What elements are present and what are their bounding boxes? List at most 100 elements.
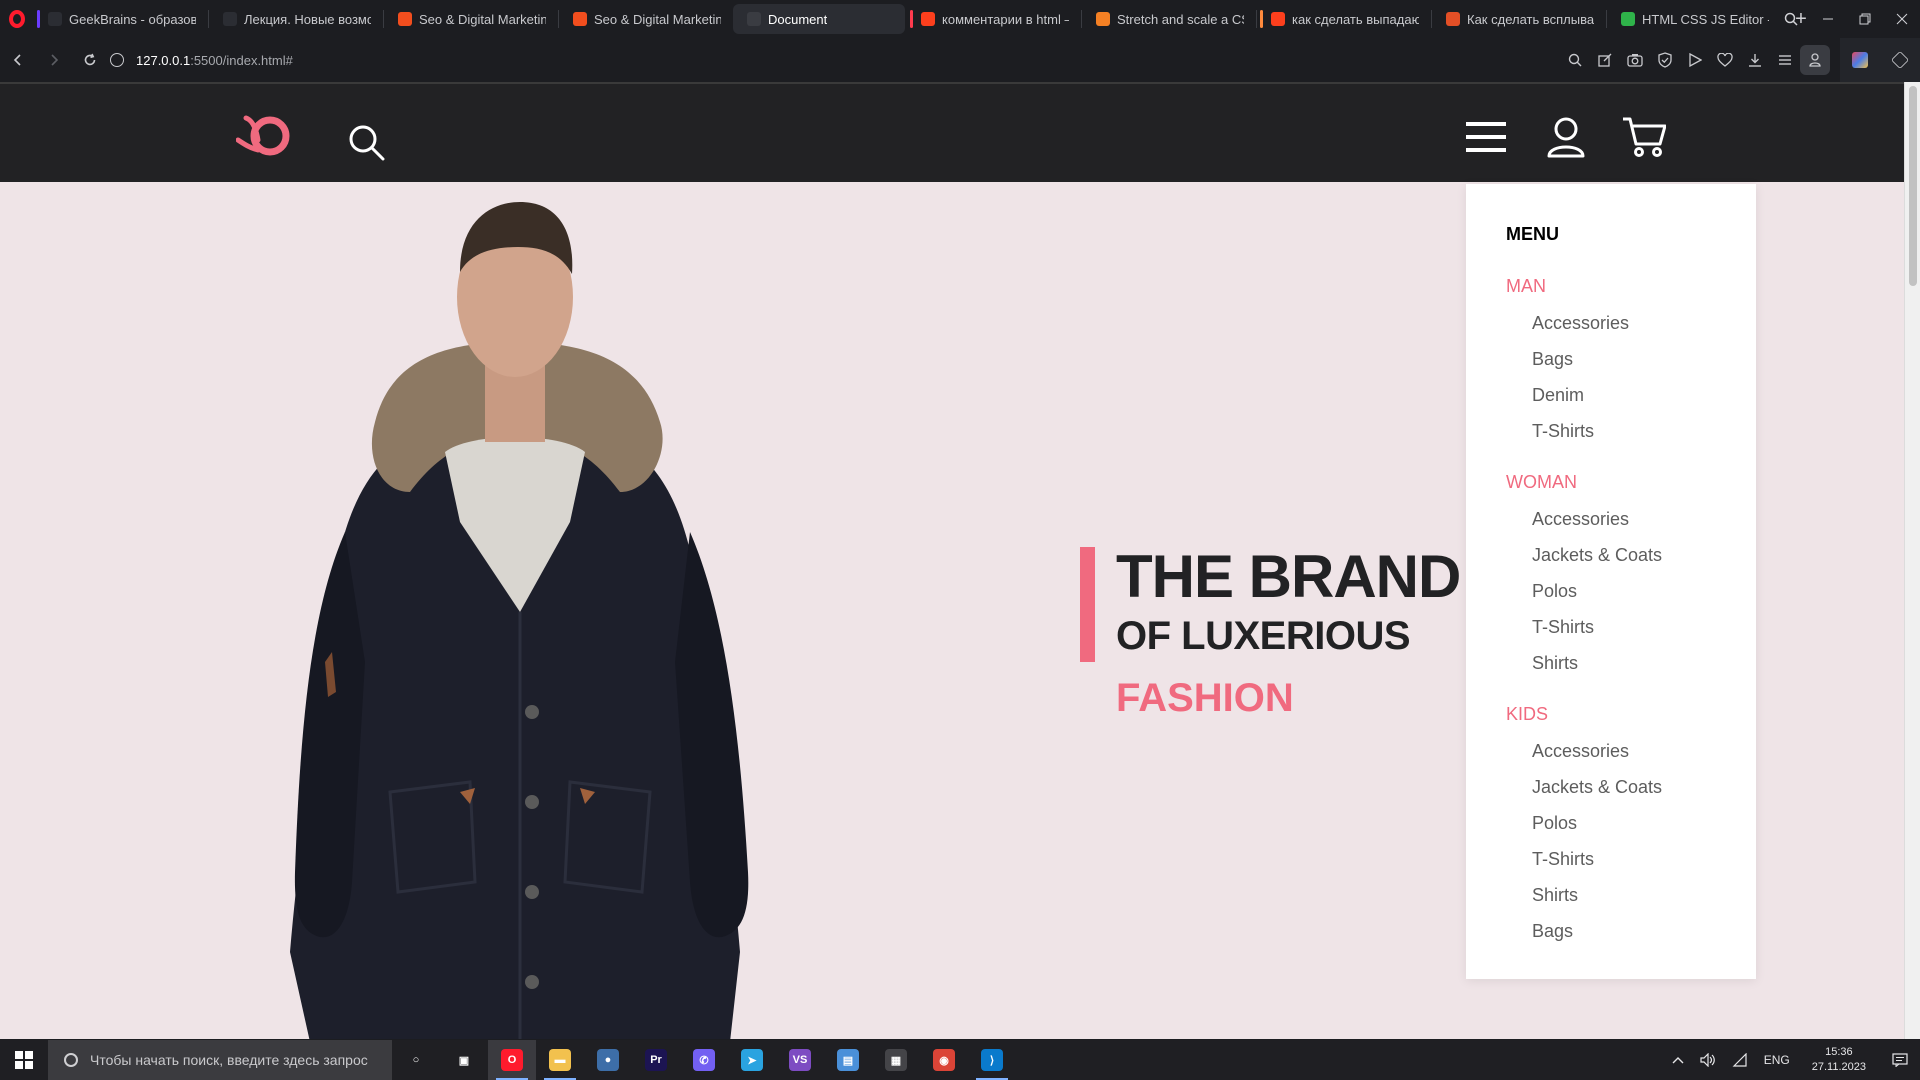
opera-menu-icon[interactable]: [0, 0, 34, 38]
menu-item[interactable]: Bags: [1532, 349, 1573, 370]
taskbar-app[interactable]: ▦: [872, 1040, 920, 1080]
taskbar-app[interactable]: ▬: [536, 1040, 584, 1080]
menu-title: MENU: [1506, 224, 1559, 244]
taskbar-app[interactable]: ◉: [920, 1040, 968, 1080]
tab-list: GeekBrains - образовательный Лекция. Новы…: [34, 0, 1781, 38]
menu-item[interactable]: T-Shirts: [1532, 849, 1594, 870]
taskbar-app[interactable]: O: [488, 1040, 536, 1080]
headline-line-3: FASHION: [1116, 676, 1294, 720]
forward-button[interactable]: [36, 38, 72, 82]
search-icon[interactable]: [346, 122, 386, 162]
tab-search-icon[interactable]: [1772, 0, 1809, 38]
url-field[interactable]: 127.0.0.1 :5500/index.html#: [110, 48, 293, 72]
shield-icon[interactable]: [1650, 45, 1680, 75]
profile-icon[interactable]: [1800, 45, 1830, 75]
user-account-icon[interactable]: [1546, 116, 1586, 158]
window-controls: [1772, 0, 1920, 38]
menu-item[interactable]: Denim: [1532, 385, 1584, 406]
cart-icon[interactable]: [1622, 116, 1666, 158]
wifi-icon[interactable]: [1724, 1040, 1756, 1080]
taskbar-search-box[interactable]: Чтобы начать поиск, введите здесь запрос: [48, 1040, 392, 1080]
cube-icon[interactable]: [1890, 50, 1910, 70]
menu-item[interactable]: Bags: [1532, 921, 1573, 942]
site-info-icon[interactable]: [110, 53, 124, 67]
browser-tab[interactable]: Document: [733, 4, 905, 34]
page-scrollbar[interactable]: [1904, 82, 1920, 1039]
taskbar-app[interactable]: ▤: [824, 1040, 872, 1080]
reload-button[interactable]: [72, 38, 108, 82]
menu-item[interactable]: Shirts: [1532, 885, 1578, 906]
menu-item[interactable]: Polos: [1532, 813, 1577, 834]
browser-tab[interactable]: Лекция. Новые возможности: [209, 4, 381, 34]
menu-item[interactable]: Polos: [1532, 581, 1577, 602]
edit-icon[interactable]: [1590, 45, 1620, 75]
headline-line-1: THE BRAND: [1116, 543, 1461, 610]
tab-title: Seo & Digital Marketing: [594, 11, 721, 27]
clock-time: 15:36: [1825, 1046, 1853, 1058]
brand-logo-icon[interactable]: [236, 110, 296, 160]
browser-tab[interactable]: HTML CSS JS Editor - xtml: [1607, 4, 1779, 34]
menu-item[interactable]: T-Shirts: [1532, 421, 1594, 442]
taskbar-app[interactable]: ⟩: [968, 1040, 1016, 1080]
taskbar-app[interactable]: Pr: [632, 1040, 680, 1080]
installer-icon: ▤: [837, 1049, 859, 1071]
taskbar-app[interactable]: ✆: [680, 1040, 728, 1080]
menu-item[interactable]: Shirts: [1532, 653, 1578, 674]
scrollbar-thumb[interactable]: [1909, 86, 1917, 286]
volume-icon[interactable]: [1692, 1040, 1724, 1080]
taskbar-app[interactable]: ●: [584, 1040, 632, 1080]
geekbrains-icon: [48, 12, 62, 26]
file-explorer-icon: ▬: [549, 1049, 571, 1071]
menu-item[interactable]: Accessories: [1532, 509, 1629, 530]
close-window-button[interactable]: [1883, 0, 1920, 38]
start-button[interactable]: [0, 1040, 48, 1080]
globe-icon: [747, 12, 761, 26]
task-view-icon: ▣: [458, 1054, 470, 1067]
restore-button[interactable]: [1846, 0, 1883, 38]
browser-tab[interactable]: Seo & Digital Marketing: [384, 4, 556, 34]
browser-tab[interactable]: Seo & Digital Marketing: [559, 4, 731, 34]
extension-icon[interactable]: [1852, 52, 1868, 68]
browser-tab[interactable]: комментарии в html —: [907, 4, 1079, 34]
menu-category-man[interactable]: MAN: [1506, 276, 1546, 297]
tab-title: как сделать выпадающее: [1292, 11, 1419, 27]
minimize-button[interactable]: [1809, 0, 1846, 38]
camera-icon[interactable]: [1620, 45, 1650, 75]
tab-title: Stretch and scale a CSS image: [1117, 11, 1244, 27]
viber-icon: ✆: [693, 1049, 715, 1071]
taskbar-app[interactable]: ○: [392, 1040, 440, 1080]
url-path: :5500/index.html#: [190, 52, 293, 68]
language-indicator[interactable]: ENG: [1756, 1040, 1798, 1080]
tray-overflow-icon[interactable]: [1664, 1040, 1692, 1080]
burger-menu-icon[interactable]: [1464, 120, 1508, 154]
download-icon[interactable]: [1740, 45, 1770, 75]
menu-item[interactable]: Accessories: [1532, 313, 1629, 334]
browser-tab[interactable]: Stretch and scale a CSS image: [1082, 4, 1254, 34]
taskbar-app[interactable]: ▣: [440, 1040, 488, 1080]
taskbar-apps: ○ ▣ O ▬ ● Pr ✆ ➤ VS ▤ ▦ ◉ ⟩: [392, 1040, 1016, 1080]
extensions-area: [1840, 38, 1920, 82]
player-icon[interactable]: [1680, 45, 1710, 75]
menu-item[interactable]: Accessories: [1532, 741, 1629, 762]
html5-icon: [1446, 12, 1460, 26]
clock[interactable]: 15:36 27.11.2023: [1798, 1045, 1880, 1075]
menu-category-woman[interactable]: WOMAN: [1506, 472, 1577, 493]
browser-tab[interactable]: GeekBrains - образовательный: [34, 4, 206, 34]
browser-tab[interactable]: Как сделать всплывающее: [1432, 4, 1604, 34]
taskbar-app[interactable]: VS: [776, 1040, 824, 1080]
easy-setup-icon[interactable]: [1770, 45, 1800, 75]
back-button[interactable]: [0, 38, 36, 82]
browser-tab-strip: GeekBrains - образовательный Лекция. Новы…: [0, 0, 1920, 38]
menu-item[interactable]: T-Shirts: [1532, 617, 1594, 638]
menu-item[interactable]: Jackets & Coats: [1532, 545, 1662, 566]
opera-app-icon: O: [501, 1049, 523, 1071]
yandex-icon: [921, 12, 935, 26]
menu-category-kids[interactable]: KIDS: [1506, 704, 1548, 725]
taskbar-app[interactable]: ➤: [728, 1040, 776, 1080]
zoom-icon[interactable]: [1560, 45, 1590, 75]
taskbar-search-placeholder: Чтобы начать поиск, введите здесь запрос: [90, 1052, 368, 1068]
heart-icon[interactable]: [1710, 45, 1740, 75]
menu-item[interactable]: Jackets & Coats: [1532, 777, 1662, 798]
notifications-icon[interactable]: [1880, 1040, 1920, 1080]
browser-tab[interactable]: как сделать выпадающее: [1257, 4, 1429, 34]
